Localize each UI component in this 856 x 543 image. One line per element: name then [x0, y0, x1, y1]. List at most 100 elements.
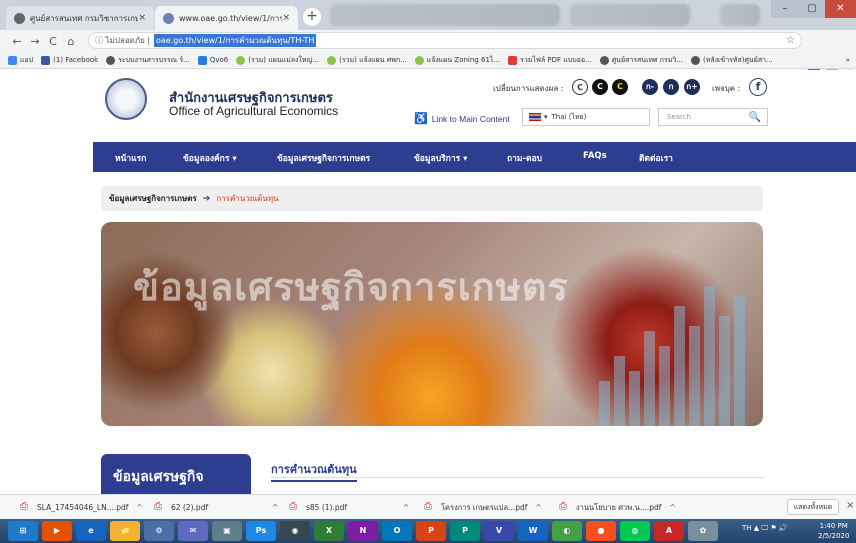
- photoshop-icon[interactable]: Ps: [246, 521, 276, 541]
- font-decrease-button[interactable]: ก-: [642, 79, 658, 95]
- chevron-up-icon[interactable]: ^: [535, 503, 541, 512]
- outlook-icon[interactable]: O: [382, 521, 412, 541]
- line-icon[interactable]: ◍: [620, 521, 650, 541]
- clock-date: 2/5/2020: [818, 532, 850, 540]
- clock-time: 1:40 PM: [819, 522, 848, 530]
- back-icon[interactable]: ←: [8, 35, 26, 48]
- chevron-up-icon[interactable]: ^: [669, 503, 675, 512]
- bookmark-item[interactable]: (รวม) แผนแม่ลงใหญ่...: [236, 55, 319, 66]
- language-select[interactable]: ▾ Thai (ไทย): [522, 108, 650, 126]
- download-name: SLA_17454046_LN....pdf: [37, 503, 129, 512]
- sheet-icon: [327, 55, 337, 65]
- bookmark-item[interactable]: Qvo6: [197, 55, 228, 65]
- font-normal-button[interactable]: ก: [663, 79, 679, 95]
- star-icon[interactable]: ☆: [786, 35, 795, 46]
- bookmark-item[interactable]: ระบบงานสารบรรณ ร์...: [106, 55, 190, 66]
- reload-icon[interactable]: C: [44, 35, 62, 48]
- word-icon[interactable]: W: [518, 521, 548, 541]
- powerpoint-icon[interactable]: P: [416, 521, 446, 541]
- bookmark-item[interactable]: แอป: [8, 55, 33, 66]
- app-icon[interactable]: ✿: [688, 521, 718, 541]
- search-icon[interactable]: 🔍: [749, 112, 761, 123]
- bookmark-label: รวมไฟล์ PDF แบบออ...: [520, 55, 592, 64]
- download-item[interactable]: ⎙ SLA_17454046_LN....pdf ^: [20, 501, 143, 514]
- bookmark-label: (หลังเข้ารหัส)ศูนย์สา...: [702, 55, 773, 64]
- menu-item-faqs[interactable]: FAQs: [583, 151, 607, 161]
- menu-item-organization[interactable]: ข้อมูลองค์กร ▾: [183, 151, 237, 165]
- downloads-close-icon[interactable]: ×: [846, 500, 854, 511]
- pdf-icon: [508, 55, 518, 65]
- download-item[interactable]: ⎙ s85 (1).pdf ^: [289, 501, 409, 514]
- chevron-up-icon[interactable]: ^: [403, 503, 409, 512]
- bookmark-item[interactable]: ศูนย์สารสนเทศ กรมวิ...: [599, 55, 683, 66]
- link-to-main-content[interactable]: ♿ Link to Main Content: [414, 112, 510, 125]
- forward-icon[interactable]: →: [26, 35, 44, 48]
- ie-icon[interactable]: e: [76, 521, 106, 541]
- tab-oae[interactable]: www.oae.go.th/view/1/การคำนวณ ×: [155, 6, 298, 30]
- mail-icon[interactable]: ✉: [178, 521, 208, 541]
- contrast-dark-button[interactable]: C: [592, 79, 608, 95]
- banner-bar-graphic: [599, 276, 745, 426]
- oae-favicon-icon: [163, 12, 174, 24]
- media-player-icon[interactable]: ▶: [42, 521, 72, 541]
- tab-close-icon[interactable]: ×: [138, 13, 146, 23]
- minimize-button[interactable]: –: [771, 0, 799, 18]
- menu-item-services[interactable]: ข้อมูลบริการ ▾: [414, 151, 467, 165]
- contrast-yellow-button[interactable]: C: [612, 79, 628, 95]
- menu-item-agri-economics[interactable]: ข้อมูลเศรษฐกิจการเกษตร: [277, 151, 370, 165]
- download-item[interactable]: ⎙ งานนโยบาย ศวพ.น....pdf ^: [559, 501, 676, 514]
- bookmark-item[interactable]: (1) Facebook: [41, 55, 98, 65]
- app-icon[interactable]: ◉: [280, 521, 310, 541]
- contrast-normal-button[interactable]: C: [572, 79, 588, 95]
- bookmarks-overflow-icon[interactable]: »: [846, 56, 850, 64]
- oae-logo[interactable]: [105, 78, 147, 120]
- maximize-button[interactable]: ▢: [799, 0, 825, 18]
- new-tab-button[interactable]: +: [303, 8, 321, 26]
- publisher-icon[interactable]: P: [450, 521, 480, 541]
- system-tray[interactable]: TH ▲ 🖵 ⚑ 🔊: [742, 524, 788, 533]
- windows-taskbar: ⊞ ▶ e 📁 ⚙ ✉ ▣ Ps ◉ X N O P P V W ◐ ● ◍ A ✿ TH ▲ 🖵 ⚑ 🔊 1:40 P…: [0, 519, 856, 543]
- bookmark-item[interactable]: รวมไฟล์ PDF แบบออ...: [508, 55, 592, 66]
- breadcrumb-parent[interactable]: ข้อมูลเศรษฐกิจการเกษตร: [109, 192, 197, 205]
- search-input[interactable]: Search 🔍: [658, 108, 768, 126]
- window-close-button[interactable]: ✕: [825, 0, 856, 18]
- address-bar[interactable]: ⓘ ไม่ปลอดภัย | oae.go.th/view/1/การคำนวณ…: [88, 32, 802, 49]
- bookmark-item[interactable]: (รวม) แจ้งแผน ศพก...: [327, 55, 407, 66]
- chevron-up-icon[interactable]: ^: [272, 503, 278, 512]
- visio-icon[interactable]: V: [484, 521, 514, 541]
- bookmark-item[interactable]: (หลังเข้ารหัส)ศูนย์สา...: [690, 55, 773, 66]
- explorer-icon[interactable]: 📁: [110, 521, 140, 541]
- globe-icon: [14, 12, 25, 24]
- globe-icon: [599, 55, 609, 65]
- bookmark-item[interactable]: แจ้งแผน Zoning 61ไ...: [414, 55, 500, 66]
- app-icon[interactable]: ◐: [552, 521, 582, 541]
- link-label: Link to Main Content: [431, 113, 510, 124]
- home-icon[interactable]: ⌂: [62, 35, 80, 48]
- download-item[interactable]: ⎙ โครงการ เกษตรแปล...pdf ^: [424, 501, 542, 514]
- tab-ocs[interactable]: ศูนย์สารสนเทศ กรมวิชาการเกษตร ×: [6, 6, 154, 30]
- start-button[interactable]: ⊞: [8, 521, 38, 541]
- excel-icon[interactable]: X: [314, 521, 344, 541]
- language-value: Thai (ไทย): [551, 112, 587, 121]
- settings-icon[interactable]: ⚙: [144, 521, 174, 541]
- browser-tab-bar: ศูนย์สารสนเทศ กรมวิชาการเกษตร × www.oae.…: [0, 0, 856, 30]
- pdf-icon: ⎙: [424, 501, 432, 512]
- app-icon[interactable]: ▣: [212, 521, 242, 541]
- chevron-up-icon[interactable]: ^: [136, 503, 142, 512]
- url-text[interactable]: oae.go.th/view/1/การคำนวณต้นทุน/TH-TH: [154, 34, 317, 47]
- bookmark-label: แอป: [20, 55, 34, 64]
- menu-item-qa[interactable]: ถาม-ตอบ: [507, 151, 542, 165]
- facebook-icon[interactable]: f: [749, 78, 767, 96]
- onenote-icon[interactable]: N: [348, 521, 378, 541]
- acrobat-icon[interactable]: A: [654, 521, 684, 541]
- show-all-downloads-button[interactable]: แสดงทั้งหมด: [787, 499, 839, 515]
- breadcrumb-current: การคำนวณต้นทุน: [216, 194, 279, 203]
- download-item[interactable]: ⎙ 62 (2).pdf ^: [154, 501, 278, 514]
- clock[interactable]: 1:40 PM 2/5/2020: [818, 521, 849, 541]
- chrome-icon[interactable]: ●: [586, 521, 616, 541]
- tab-close-icon[interactable]: ×: [282, 13, 290, 23]
- not-secure-label[interactable]: ⓘ ไม่ปลอดภัย |: [95, 34, 150, 47]
- menu-item-contact[interactable]: ติดต่อเรา: [639, 151, 673, 165]
- font-increase-button[interactable]: ก+: [684, 79, 700, 95]
- menu-item-home[interactable]: หน้าแรก: [115, 151, 146, 165]
